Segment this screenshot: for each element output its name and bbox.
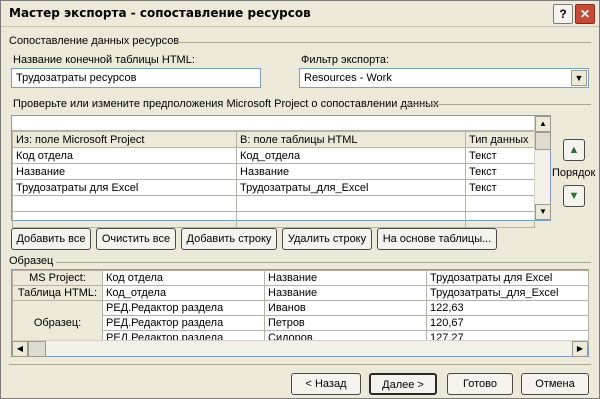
mapping-row[interactable]: Трудозатраты для Excel Трудозатраты_для_… xyxy=(12,179,535,196)
title-bar: Мастер экспорта - сопоставление ресурсов… xyxy=(1,1,599,27)
sample-table: MS Project: Код отдела Название Трудозат… xyxy=(12,270,589,346)
sample-cell: Иванов xyxy=(264,300,427,316)
col-header-to[interactable]: В: поле таблицы HTML xyxy=(236,131,466,148)
export-filter-select[interactable]: Resources - Work ▼ xyxy=(299,68,589,88)
sample-horizontal-scrollbar[interactable]: ◀ ▶ xyxy=(12,340,588,357)
group-divider xyxy=(56,262,591,263)
row-header: Таблица HTML: xyxy=(12,285,103,301)
sample-preview: MS Project: Код отдела Название Трудозат… xyxy=(11,269,589,357)
based-on-table-button[interactable]: На основе таблицы... xyxy=(377,228,497,250)
grid-cell[interactable]: Текст xyxy=(465,179,535,196)
verify-group-label: Проверьте или измените предположения Mic… xyxy=(13,98,439,110)
mapping-grid[interactable]: Из: поле Microsoft Project В: поле табли… xyxy=(11,115,551,228)
down-arrow-icon: ▼ xyxy=(568,190,580,202)
sample-cell: Название xyxy=(264,285,427,301)
col-header-type[interactable]: Тип данных xyxy=(465,131,535,148)
grid-cell[interactable]: Название xyxy=(236,163,466,180)
grid-cell[interactable] xyxy=(465,211,535,228)
scroll-down-icon[interactable]: ▼ xyxy=(535,204,551,220)
scroll-left-icon[interactable]: ◀ xyxy=(12,341,28,357)
sample-cell: Код отдела xyxy=(102,270,265,286)
move-up-button[interactable]: ▲ xyxy=(563,139,585,161)
export-wizard-window: Мастер экспорта - сопоставление ресурсов… xyxy=(0,0,600,399)
col-header-from[interactable]: Из: поле Microsoft Project xyxy=(12,131,237,148)
order-label: Порядок xyxy=(552,167,596,179)
sample-html-table-row: Таблица HTML: Код_отдела Название Трудоз… xyxy=(12,285,589,301)
mapping-table: Из: поле Microsoft Project В: поле табли… xyxy=(12,131,535,228)
grid-cell[interactable]: Код отдела xyxy=(12,147,237,164)
up-arrow-icon: ▲ xyxy=(568,144,580,156)
grid-cell[interactable]: Код_отдела xyxy=(236,147,466,164)
mapping-header-row: Из: поле Microsoft Project В: поле табли… xyxy=(12,131,535,148)
export-filter-value: Resources - Work xyxy=(304,72,392,84)
back-button[interactable]: < Назад xyxy=(291,373,361,395)
sample-cell: Петров xyxy=(264,315,427,331)
chevron-down-icon[interactable]: ▼ xyxy=(571,70,587,86)
delete-row-button[interactable]: Удалить строку xyxy=(282,228,372,250)
grid-cell[interactable]: Трудозатраты_для_Excel xyxy=(236,179,466,196)
window-title: Мастер экспорта - сопоставление ресурсов xyxy=(9,6,311,20)
sample-cell: Трудозатраты_для_Excel xyxy=(426,285,589,301)
sample-cell: Трудозатраты для Excel xyxy=(426,270,589,286)
sample-cell: 120,67 xyxy=(426,315,589,331)
mapping-row[interactable]: Название Название Текст xyxy=(12,163,535,180)
sample-cell: Название xyxy=(264,270,427,286)
sample-data-row: Образец: РЕД.Редактор раздела Иванов 122… xyxy=(12,300,589,346)
grid-cell[interactable]: Название xyxy=(12,163,237,180)
scroll-up-icon[interactable]: ▲ xyxy=(535,116,551,132)
grid-cell[interactable] xyxy=(12,211,237,228)
scroll-thumb[interactable] xyxy=(28,341,46,357)
group-divider xyxy=(171,42,591,43)
next-button[interactable]: Далее > xyxy=(369,373,437,395)
mapping-row[interactable] xyxy=(12,211,535,228)
export-filter-label: Фильтр экспорта: xyxy=(301,54,390,66)
sample-ms-project-row: MS Project: Код отдела Название Трудозат… xyxy=(12,270,589,286)
add-all-button[interactable]: Добавить все xyxy=(11,228,91,250)
sample-cell: РЕД.Редактор раздела xyxy=(102,315,265,331)
move-down-button[interactable]: ▼ xyxy=(563,185,585,207)
scroll-right-icon[interactable]: ▶ xyxy=(572,341,588,357)
table-name-input[interactable]: Трудозатраты ресурсов xyxy=(11,68,261,88)
mapping-row[interactable] xyxy=(12,195,535,212)
grid-cell[interactable]: Трудозатраты для Excel xyxy=(12,179,237,196)
row-header: Образец: xyxy=(12,300,103,346)
add-row-button[interactable]: Добавить строку xyxy=(181,228,277,250)
row-header: MS Project: xyxy=(12,270,103,286)
footer-divider xyxy=(9,364,591,365)
close-button[interactable]: ✕ xyxy=(575,4,595,24)
grid-edit-bar[interactable] xyxy=(12,116,534,131)
grid-cell[interactable] xyxy=(236,195,466,212)
mapping-vertical-scrollbar[interactable]: ▲ ▼ xyxy=(534,116,551,220)
finish-button[interactable]: Готово xyxy=(447,373,513,395)
table-name-label: Название конечной таблицы HTML: xyxy=(13,54,195,66)
grid-cell[interactable] xyxy=(12,195,237,212)
mapping-row[interactable]: Код отдела Код_отдела Текст xyxy=(12,147,535,164)
grid-cell[interactable] xyxy=(465,195,535,212)
sample-cell: РЕД.Редактор раздела xyxy=(102,300,265,316)
clear-all-button[interactable]: Очистить все xyxy=(96,228,176,250)
grid-cell[interactable]: Текст xyxy=(465,147,535,164)
help-button[interactable]: ? xyxy=(553,4,573,24)
grid-cell[interactable]: Текст xyxy=(465,163,535,180)
sample-group-label: Образец xyxy=(9,255,54,267)
cancel-button[interactable]: Отмена xyxy=(521,373,589,395)
mapping-group-label: Сопоставление данных ресурсов xyxy=(9,35,180,47)
scroll-thumb[interactable] xyxy=(535,132,551,150)
grid-cell[interactable] xyxy=(236,211,466,228)
sample-cell: Код_отдела xyxy=(102,285,265,301)
sample-cell: 122,63 xyxy=(426,300,589,316)
group-divider xyxy=(404,104,591,105)
